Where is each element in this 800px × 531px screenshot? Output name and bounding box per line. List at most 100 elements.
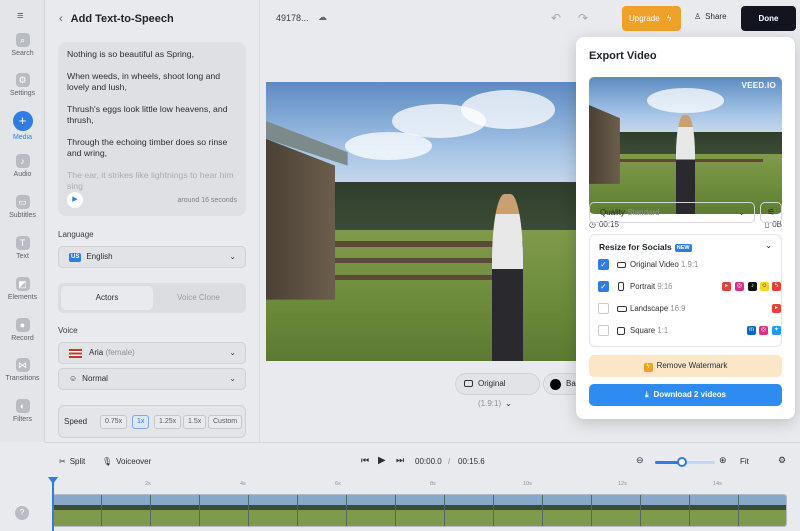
upgrade-button[interactable]: Upgrade ϟ: [622, 6, 681, 31]
elements-icon: ◩: [15, 277, 30, 291]
tab-voice-clone[interactable]: Voice Clone: [154, 286, 243, 310]
plus-icon: +: [12, 111, 33, 131]
play-preview-button[interactable]: ▶: [67, 192, 83, 208]
new-badge: NEW: [674, 244, 692, 252]
video-preview[interactable]: [266, 82, 580, 361]
redo-icon[interactable]: ↷: [578, 11, 588, 25]
fit-button[interactable]: Fit: [740, 457, 749, 466]
chevron-down-icon: ⌄: [229, 374, 236, 383]
back-arrow-icon[interactable]: ‹: [59, 13, 63, 25]
bolt-icon: ϟ: [643, 363, 653, 372]
subtitles-icon: ▭: [15, 195, 30, 209]
play-button[interactable]: ▶: [378, 455, 386, 466]
ruler-tick: 6s: [335, 481, 341, 487]
track-frame: [641, 495, 690, 526]
share-button[interactable]: ♙ Share: [694, 12, 727, 21]
track-frame: [249, 495, 298, 526]
instagram-icon: ◎: [759, 326, 768, 335]
menu-icon[interactable]: ≡: [17, 10, 23, 22]
rail-elements[interactable]: ◩ Elements: [0, 277, 45, 301]
watermark: VEED.IO: [741, 81, 776, 90]
video-track[interactable]: [52, 494, 787, 527]
track-frame: [200, 495, 249, 526]
ruler-tick: 12s: [618, 481, 627, 487]
export-modal: Export Video VEED.IO ◷ 00:15 ▯ 0B Quality …: [576, 37, 795, 419]
settings-sliders-icon[interactable]: ⚟: [760, 202, 782, 223]
rail-audio[interactable]: ♪ Audio: [0, 154, 45, 178]
panel-header: ‹ Add Text-to-Speech: [59, 13, 174, 25]
playhead[interactable]: [52, 479, 54, 531]
resize-option-landscape[interactable]: Landscape 16:9 ▸: [598, 302, 781, 316]
rail-text[interactable]: T Text: [0, 236, 45, 260]
ruler-tick: 4s: [240, 481, 246, 487]
checkbox-unchecked[interactable]: [598, 325, 609, 336]
skip-back-icon[interactable]: ⏮: [361, 455, 369, 466]
voice-source-tabs: Actors Voice Clone: [58, 283, 246, 313]
ruler-tick: 2s: [145, 481, 151, 487]
tab-actors[interactable]: Actors: [61, 286, 153, 310]
rail-transitions[interactable]: ⋈ Transitions: [0, 358, 45, 382]
linkedin-icon: in: [747, 326, 756, 335]
aspect-ratio-button[interactable]: Original (1.9:1) ⌄: [455, 373, 540, 408]
resize-option-original[interactable]: ✓ Original Video 1.9:1: [598, 258, 774, 272]
track-frame: [543, 495, 592, 526]
ruler-tick: 8s: [430, 481, 436, 487]
rail-media[interactable]: + Media: [0, 111, 45, 141]
export-thumbnail: VEED.IO: [589, 77, 782, 214]
project-name[interactable]: 49178...: [276, 13, 309, 23]
voice-select[interactable]: Aria (female) ⌄: [58, 342, 246, 364]
zoom-in-icon[interactable]: ⊕: [719, 455, 727, 466]
transitions-icon: ⋈: [15, 358, 30, 372]
zoom-handle[interactable]: [677, 457, 687, 467]
quality-select[interactable]: Quality Standard ⌄: [589, 202, 755, 223]
language-select[interactable]: US English ⌄: [58, 246, 246, 268]
aspect-icon: [464, 380, 473, 387]
zoom-slider[interactable]: [655, 457, 715, 467]
speed-chip[interactable]: Custom: [208, 415, 243, 429]
filters-icon: ◐: [15, 399, 30, 413]
gear-icon[interactable]: ⚙: [778, 455, 786, 466]
time-ruler[interactable]: 2s 4s 6s 8s 10s 12s 14s: [52, 478, 800, 488]
checkbox-checked[interactable]: ✓: [598, 281, 609, 292]
poem-line: When weeds, in wheels, shoot long and lo…: [67, 71, 221, 92]
download-button[interactable]: ⤓ Download 2 videos: [589, 384, 782, 406]
text-icon: T: [15, 236, 30, 250]
split-button[interactable]: ✂ Split: [59, 457, 85, 466]
help-icon[interactable]: ?: [15, 506, 29, 520]
video-person: [492, 193, 524, 361]
chevron-down-icon[interactable]: ⌄: [765, 241, 772, 250]
resize-option-square[interactable]: Square 1:1 in ◎ ✦: [598, 324, 781, 338]
rail-search[interactable]: ⌕ Search: [0, 33, 45, 57]
rail-record[interactable]: ● Record: [0, 318, 45, 342]
bolt-icon: ϟ: [667, 14, 672, 23]
speed-chip-selected[interactable]: 1x: [132, 415, 150, 429]
timeline: ✂ Split 🎙 Voiceover ⏮ ▶ ⏭ 00:00.0 / 00:15.…: [45, 442, 800, 531]
chevron-down-icon: ⌄: [505, 399, 512, 408]
voice-label: Voice: [58, 326, 78, 335]
skip-forward-icon[interactable]: ⏭: [396, 455, 404, 466]
checkbox-checked[interactable]: ✓: [598, 259, 609, 270]
color-swatch: [550, 379, 561, 390]
voiceover-button[interactable]: 🎙 Voiceover: [102, 457, 151, 466]
tiktok-icon: ♪: [748, 282, 757, 291]
search-icon: ⌕: [15, 33, 30, 47]
speed-chip[interactable]: 1.5x: [183, 415, 207, 429]
speed-chip[interactable]: 1.25x: [154, 415, 182, 429]
tts-text-box[interactable]: Nothing is so beautiful as Spring, When …: [58, 42, 246, 216]
zoom-out-icon[interactable]: ⊖: [636, 455, 644, 466]
rail-settings[interactable]: ⚙ Settings: [0, 73, 45, 97]
voice-style-select[interactable]: ☺ Normal ⌄: [58, 368, 246, 390]
track-frame: [690, 495, 739, 526]
done-button[interactable]: Done: [741, 6, 796, 31]
record-icon: ●: [15, 318, 30, 332]
resize-option-portrait[interactable]: ✓ Portrait 9:16 ▸ ◎ ♪ ☺ ϟ: [598, 280, 781, 294]
checkbox-unchecked[interactable]: [598, 303, 609, 314]
speed-chip[interactable]: 0.75x: [100, 415, 128, 429]
rail-filters[interactable]: ◐ Filters: [0, 399, 45, 423]
undo-icon[interactable]: ↶: [551, 11, 561, 25]
duration-hint: around 16 seconds: [177, 197, 237, 204]
remove-watermark-button[interactable]: ϟ Remove Watermark: [589, 355, 782, 377]
track-frame: [592, 495, 641, 526]
rail-subtitles[interactable]: ▭ Subtitles: [0, 195, 45, 219]
total-time: 00:15.6: [458, 457, 485, 466]
